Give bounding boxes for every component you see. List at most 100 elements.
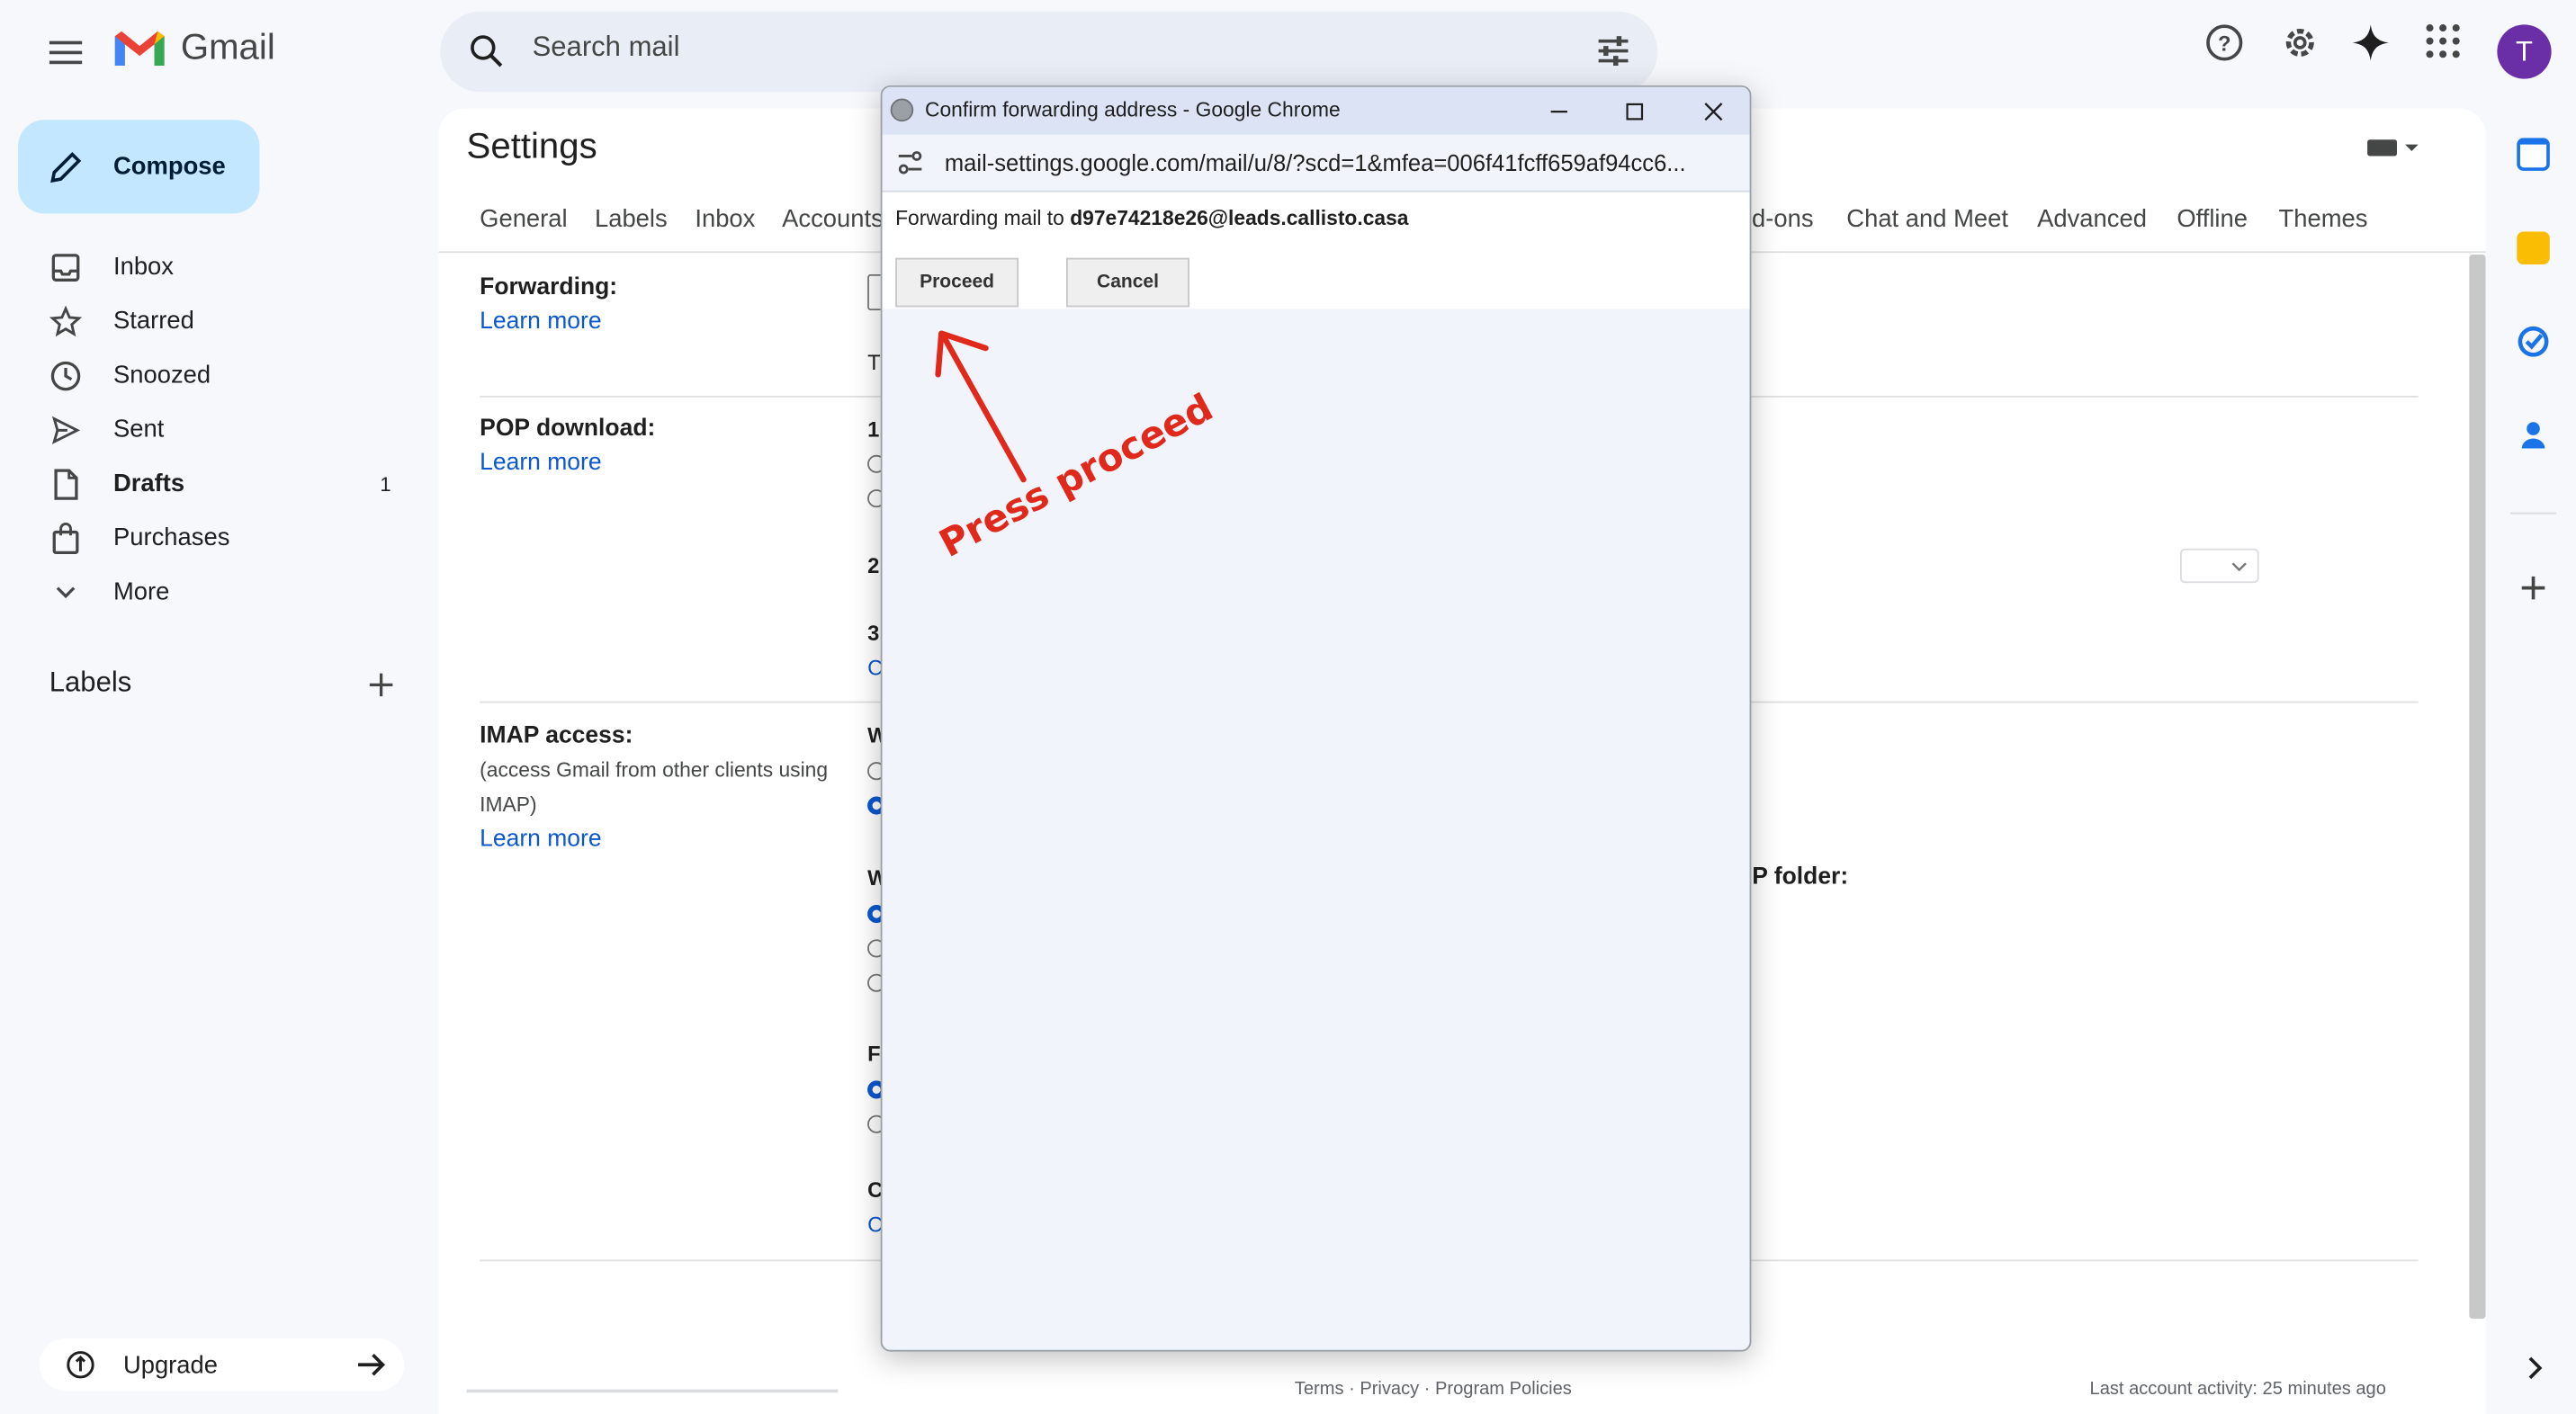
sidebar-item-label: Sent xyxy=(112,415,165,443)
forwarding-text-fragment: T xyxy=(867,349,881,375)
contacts-icon[interactable] xyxy=(2517,419,2550,452)
sidebar-item-purchases[interactable]: Purchases xyxy=(0,511,420,565)
proceed-button[interactable]: Proceed xyxy=(895,257,1019,308)
gmail-m-icon xyxy=(114,31,165,67)
imap-learn-more-link[interactable]: Learn more xyxy=(480,826,601,852)
close-icon xyxy=(1704,103,1723,121)
account-avatar[interactable]: T xyxy=(2497,24,2552,79)
upgrade-button[interactable]: Upgrade xyxy=(39,1338,405,1392)
main-menu-button[interactable] xyxy=(36,23,95,83)
gmail-app: Gmail ? T Compose Inbox Starred Snoozed xyxy=(0,0,2576,1414)
sidebar-item-starred[interactable]: Starred xyxy=(0,294,420,348)
confirm-forwarding-popup: Confirm forwarding address - Google Chro… xyxy=(880,85,1752,1352)
sidebar-nav: Inbox Starred Snoozed Sent Drafts 1 Purc… xyxy=(0,240,420,620)
app-name: Gmail xyxy=(180,26,275,67)
arrow-right-icon xyxy=(358,1353,386,1376)
imap-description: (access Gmail from other clients using I… xyxy=(480,758,829,817)
forwarding-label: Forwarding: xyxy=(480,273,618,301)
add-addon-icon[interactable] xyxy=(2517,571,2550,604)
compose-button[interactable]: Compose xyxy=(18,120,260,214)
pop-step-3: 3 xyxy=(867,621,880,646)
maximize-button[interactable] xyxy=(1620,97,1649,127)
sidebar-item-snoozed[interactable]: Snoozed xyxy=(0,348,420,402)
calendar-icon[interactable] xyxy=(2517,138,2550,171)
help-icon[interactable]: ? xyxy=(2204,23,2244,63)
inbox-icon xyxy=(51,253,80,282)
sidebar-item-label: Purchases xyxy=(112,524,230,552)
pop-learn-more-link[interactable]: Learn more xyxy=(480,450,601,476)
popup-titlebar[interactable]: Confirm forwarding address - Google Chro… xyxy=(882,86,1750,135)
forwarding-message: Forwarding mail to d97e74218e26@leads.ca… xyxy=(895,207,1408,230)
input-tools-icon[interactable] xyxy=(2365,135,2419,161)
popup-address-bar[interactable]: mail-settings.google.com/mail/u/8/?scd=1… xyxy=(882,134,1750,192)
sidebar-item-label: Drafts xyxy=(112,470,185,498)
upgrade-icon xyxy=(67,1351,94,1379)
settings-gear-icon[interactable] xyxy=(2280,23,2320,63)
clock-icon xyxy=(50,360,81,390)
sidebar-item-more[interactable]: More xyxy=(0,565,420,619)
tab-offline[interactable]: Offline xyxy=(2177,205,2248,233)
svg-text:?: ? xyxy=(2218,33,2231,57)
keep-icon[interactable] xyxy=(2517,231,2550,264)
sidebar-item-label: More xyxy=(112,577,170,606)
tab-advanced[interactable]: Advanced xyxy=(2037,205,2147,233)
minimize-icon xyxy=(1550,111,1567,113)
chevron-right-icon[interactable] xyxy=(2524,1355,2547,1381)
sidebar-item-label: Starred xyxy=(112,307,194,336)
tab-labels[interactable]: Labels xyxy=(595,205,668,233)
popup-url: mail-settings.google.com/mail/u/8/?scd=1… xyxy=(944,149,1686,176)
tab-accounts[interactable]: Accounts xyxy=(782,205,884,233)
sidebar-item-inbox[interactable]: Inbox xyxy=(0,240,420,294)
add-label-icon[interactable] xyxy=(364,668,398,702)
pop-action-select[interactable] xyxy=(2179,548,2259,584)
tab-general[interactable]: General xyxy=(480,205,567,233)
globe-icon xyxy=(890,98,914,122)
page-title: Settings xyxy=(466,124,597,166)
chevron-down-icon xyxy=(2231,562,2247,572)
tasks-icon[interactable] xyxy=(2517,326,2550,359)
sidebar-item-label: Inbox xyxy=(112,253,175,282)
forwarding-message-prefix: Forwarding mail to xyxy=(895,207,1071,230)
star-icon xyxy=(49,304,83,336)
last-activity: Last account activity: 25 minutes ago xyxy=(2089,1379,2386,1400)
sidebar-item-sent[interactable]: Sent xyxy=(0,402,420,456)
pop-download-label: POP download: xyxy=(480,415,656,443)
popup-window-title: Confirm forwarding address - Google Chro… xyxy=(924,98,1341,122)
imap-folder-size-fragment: F xyxy=(867,1041,881,1066)
apps-grid-icon[interactable] xyxy=(2425,23,2461,59)
horizontal-scrollbar[interactable] xyxy=(466,1389,839,1393)
tab-chat-and-meet[interactable]: Chat and Meet xyxy=(1846,205,2008,233)
hamburger-icon xyxy=(49,40,83,65)
bag-icon xyxy=(52,522,79,554)
site-info-icon[interactable] xyxy=(895,149,925,175)
tab-inbox[interactable]: Inbox xyxy=(695,205,755,233)
gmail-logo[interactable]: Gmail xyxy=(112,26,275,68)
drafts-count: 1 xyxy=(380,471,391,496)
send-icon xyxy=(51,415,81,444)
close-button[interactable] xyxy=(1699,97,1728,127)
imap-access-label: IMAP access: xyxy=(480,722,633,749)
popup-content: Forwarding mail to d97e74218e26@leads.ca… xyxy=(882,192,1750,309)
search-icon[interactable] xyxy=(467,31,507,71)
footer-links[interactable]: Terms · Privacy · Program Policies xyxy=(1295,1380,1572,1400)
pop-step-2: 2 xyxy=(867,553,880,578)
tab-themes[interactable]: Themes xyxy=(2279,205,2368,233)
gemini-sparkle-icon[interactable] xyxy=(2351,23,2391,63)
search-input[interactable] xyxy=(532,31,1519,65)
side-divider xyxy=(2509,512,2557,515)
forwarding-email: d97e74218e26@leads.callisto.casa xyxy=(1070,207,1409,230)
search-options-icon[interactable] xyxy=(1595,33,1631,69)
search-bar[interactable] xyxy=(440,11,1658,93)
settings-scrollbar[interactable] xyxy=(2469,254,2486,1320)
pencil-icon xyxy=(50,151,82,183)
compose-label: Compose xyxy=(112,152,226,181)
forwarding-learn-more-link[interactable]: Learn more xyxy=(480,309,601,335)
chevron-down-icon xyxy=(56,586,76,598)
minimize-button[interactable] xyxy=(1544,97,1574,127)
imap-folder-label-fragment: AP folder: xyxy=(1735,864,1849,890)
add-forwarding-address-button[interactable] xyxy=(867,273,881,311)
labels-heading: Labels xyxy=(49,667,132,698)
sidebar-item-drafts[interactable]: Drafts 1 xyxy=(0,457,420,511)
cancel-button[interactable]: Cancel xyxy=(1066,257,1189,308)
maximize-icon xyxy=(1626,103,1644,121)
